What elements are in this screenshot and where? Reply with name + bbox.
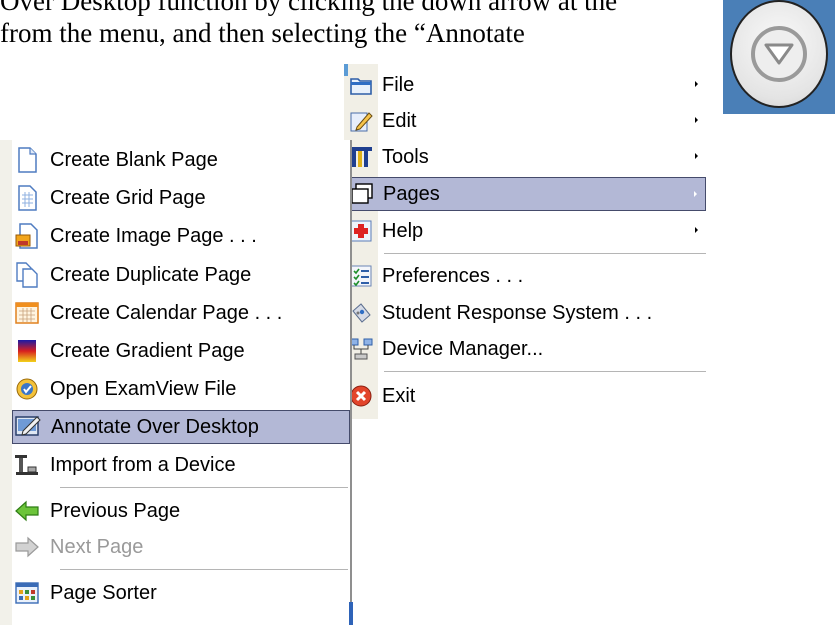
menu-item-exit[interactable]: Exit xyxy=(344,379,706,413)
menu-item-label: Next Page xyxy=(50,535,144,558)
grid-page-icon xyxy=(14,185,40,211)
menu-item-label: Import from a Device xyxy=(50,453,236,476)
menu-item-label: Preferences . . . xyxy=(382,264,524,287)
menu-item-create-image-page[interactable]: Create Image Page . . . xyxy=(12,219,350,253)
duplicate-page-icon xyxy=(14,262,40,288)
menu-item-label: Create Duplicate Page xyxy=(50,263,252,286)
blank-page-icon xyxy=(14,147,40,173)
menu-item-create-blank-page[interactable]: Create Blank Page xyxy=(12,143,350,177)
next-arrow-icon xyxy=(14,534,40,560)
calendar-page-icon xyxy=(14,300,40,326)
dropdown-button[interactable] xyxy=(730,0,828,108)
menu-item-next-page[interactable]: Next Page xyxy=(12,530,350,564)
menu-item-label: Create Calendar Page . . . xyxy=(50,301,283,324)
menu-item-label: Page Sorter xyxy=(50,581,157,604)
menu-item-label: Help xyxy=(382,219,424,242)
page-sorter-icon xyxy=(14,580,40,606)
submenu-arrow-icon xyxy=(695,227,698,233)
menu-item-label: Create Image Page . . . xyxy=(50,224,257,247)
menu-item-create-calendar-page[interactable]: Create Calendar Page . . . xyxy=(12,296,350,330)
menu-item-create-gradient-page[interactable]: Create Gradient Page xyxy=(12,334,350,368)
menu-item-label: Device Manager... xyxy=(382,337,544,360)
submenu-arrow-icon xyxy=(694,191,697,197)
menu-item-label: Edit xyxy=(382,109,417,132)
document-text-line-2: from the menu, and then selecting the “A… xyxy=(0,18,525,48)
menu-item-previous-page[interactable]: Previous Page xyxy=(12,494,350,528)
menu-separator xyxy=(384,371,706,372)
chevron-down-circle-icon xyxy=(751,26,807,82)
menu-item-import-from-a-device[interactable]: Import from a Device xyxy=(12,448,350,482)
pages-icon xyxy=(349,181,375,207)
menu-item-create-grid-page[interactable]: Create Grid Page xyxy=(12,181,350,215)
menu-item-label: Annotate Over Desktop xyxy=(51,415,259,438)
menu-item-preferences[interactable]: Preferences . . . xyxy=(344,259,706,293)
folder-icon xyxy=(348,72,374,98)
menu-item-label: Create Gradient Page xyxy=(50,339,245,362)
menu-item-device-manager[interactable]: Device Manager... xyxy=(344,332,706,366)
menu-item-create-duplicate-page[interactable]: Create Duplicate Page xyxy=(12,258,350,292)
menu-item-label: Previous Page xyxy=(50,499,181,522)
document-text-line-1: Over Desktop function by clicking the do… xyxy=(0,0,618,16)
menu-item-student-response-system[interactable]: Student Response System . . . xyxy=(344,296,706,330)
menu-item-label: Open ExamView File xyxy=(50,377,237,400)
menu-item-label: Tools xyxy=(382,145,429,168)
menu-item-label: File xyxy=(382,73,415,96)
annotate-desktop-icon xyxy=(15,414,41,440)
main-menu: File Edit Tools Pages Help Preferences .… xyxy=(344,64,706,419)
menu-item-label: Create Blank Page xyxy=(50,148,218,171)
import-device-icon xyxy=(14,452,40,478)
submenu-arrow-icon xyxy=(695,153,698,159)
pages-submenu: Create Blank Page Create Grid Page Creat… xyxy=(0,140,352,625)
menu-separator xyxy=(384,253,706,254)
menu-separator xyxy=(60,569,348,570)
window-edge-accent xyxy=(349,602,353,625)
submenu-arrow-icon xyxy=(695,81,698,87)
edit-pencil-icon xyxy=(348,108,374,134)
dropdown-button-background xyxy=(723,0,835,114)
menu-item-open-examview-file[interactable]: Open ExamView File xyxy=(12,372,350,406)
gradient-page-icon xyxy=(14,338,40,364)
image-page-icon xyxy=(14,223,40,249)
menu-icon-strip xyxy=(0,140,12,625)
menu-item-page-sorter[interactable]: Page Sorter xyxy=(12,576,350,610)
examview-icon xyxy=(14,376,40,402)
menu-item-label: Student Response System . . . xyxy=(382,301,653,324)
menu-item-help[interactable]: Help xyxy=(344,214,706,248)
submenu-arrow-icon xyxy=(695,117,698,123)
menu-item-label: Create Grid Page xyxy=(50,186,206,209)
previous-arrow-icon xyxy=(14,498,40,524)
menu-item-edit[interactable]: Edit xyxy=(344,104,706,138)
menu-item-label: Pages xyxy=(383,182,440,205)
menu-item-pages[interactable]: Pages xyxy=(344,177,706,211)
menu-item-label: Exit xyxy=(382,384,416,407)
menu-item-tools[interactable]: Tools xyxy=(344,140,706,174)
menu-item-file[interactable]: File xyxy=(344,68,706,102)
menu-item-annotate-over-desktop[interactable]: Annotate Over Desktop xyxy=(12,410,350,444)
menu-separator xyxy=(60,487,348,488)
